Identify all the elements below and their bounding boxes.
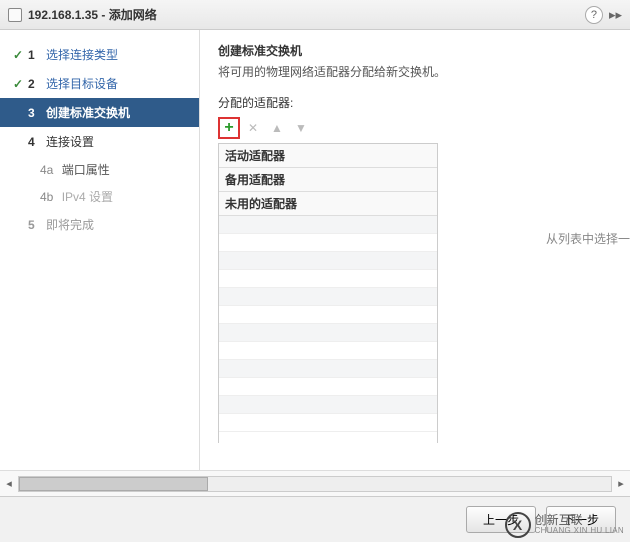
host-icon [8, 8, 22, 22]
remove-adapter-button[interactable]: ✕ [242, 117, 264, 139]
scroll-thumb[interactable] [19, 477, 208, 491]
list-item[interactable] [219, 252, 437, 270]
content-subtext: 将可用的物理网络适配器分配给新交换机。 [218, 63, 612, 80]
wizard-steps: ✓ 1 选择连接类型 ✓ 2 选择目标设备 3 创建标准交换机 4 连接设置 4… [0, 30, 200, 470]
content-heading: 创建标准交换机 [218, 42, 612, 59]
list-item[interactable] [219, 324, 437, 342]
group-standby-adapters[interactable]: 备用适配器 [219, 168, 437, 192]
help-icon[interactable]: ? [585, 6, 603, 24]
step-label: 选择目标设备 [46, 75, 118, 92]
dialog-titlebar: 192.168.1.35 - 添加网络 ? ▸▸ [0, 0, 630, 30]
step-number: 4 [28, 135, 46, 149]
list-item[interactable] [219, 360, 437, 378]
wizard-button-bar: 上一步 下一步 X 创新互联 CHUANG XIN HU LIAN [0, 496, 630, 542]
substep-number: 4a [40, 163, 53, 177]
watermark: X 创新互联 CHUANG XIN HU LIAN [505, 512, 624, 538]
list-item[interactable] [219, 216, 437, 234]
step-connection-settings[interactable]: 4 连接设置 [0, 127, 199, 156]
watermark-logo-icon: X [505, 512, 531, 538]
list-item[interactable] [219, 414, 437, 432]
step-ready-to-complete[interactable]: 5 即将完成 [0, 210, 199, 239]
substep-number: 4b [40, 190, 53, 204]
list-item[interactable] [219, 234, 437, 252]
wizard-content: 创建标准交换机 将可用的物理网络适配器分配给新交换机。 分配的适配器: + ✕ … [200, 30, 630, 470]
horizontal-scrollbar[interactable]: ◂ ▸ [0, 470, 630, 496]
scroll-track[interactable] [18, 476, 612, 492]
step-label: 连接设置 [46, 133, 94, 150]
substep-port-properties[interactable]: 4a 端口属性 [0, 156, 199, 183]
group-active-adapters[interactable]: 活动适配器 [219, 144, 437, 168]
substep-label: IPv4 设置 [62, 190, 113, 204]
adapter-list[interactable]: 活动适配器 备用适配器 未用的适配器 [218, 143, 438, 443]
title-sep: - [98, 8, 109, 22]
step-create-standard-switch[interactable]: 3 创建标准交换机 [0, 98, 199, 127]
list-item[interactable] [219, 306, 437, 324]
add-adapter-button[interactable]: + [218, 117, 240, 139]
main-area: ✓ 1 选择连接类型 ✓ 2 选择目标设备 3 创建标准交换机 4 连接设置 4… [0, 30, 630, 470]
substep-label: 端口属性 [62, 163, 110, 177]
dialog-title: 192.168.1.35 - 添加网络 [28, 6, 585, 23]
list-item[interactable] [219, 270, 437, 288]
arrow-down-icon: ▼ [295, 121, 307, 135]
list-item[interactable] [219, 378, 437, 396]
adapters-label: 分配的适配器: [218, 94, 612, 111]
move-down-button[interactable]: ▼ [290, 117, 312, 139]
watermark-text: 创新互联 CHUANG XIN HU LIAN [535, 514, 624, 536]
host-ip: 192.168.1.35 [28, 8, 98, 22]
arrow-up-icon: ▲ [271, 121, 283, 135]
check-icon: ✓ [8, 48, 28, 62]
list-item[interactable] [219, 342, 437, 360]
step-label: 选择连接类型 [46, 46, 118, 63]
substep-ipv4-settings[interactable]: 4b IPv4 设置 [0, 183, 199, 210]
fast-forward-icon[interactable]: ▸▸ [609, 7, 622, 23]
list-item[interactable] [219, 396, 437, 414]
x-icon: ✕ [248, 121, 258, 135]
move-up-button[interactable]: ▲ [266, 117, 288, 139]
check-icon: ✓ [8, 77, 28, 91]
adapter-toolbar: + ✕ ▲ ▼ [218, 117, 612, 139]
step-number: 1 [28, 48, 46, 62]
title-label: 添加网络 [109, 8, 157, 22]
step-select-target-device[interactable]: ✓ 2 选择目标设备 [0, 69, 199, 98]
plus-icon: + [224, 121, 233, 135]
side-hint: 从列表中选择一 [546, 230, 630, 247]
step-label: 创建标准交换机 [46, 104, 130, 121]
step-number: 3 [28, 106, 46, 120]
scroll-left-arrow-icon[interactable]: ◂ [0, 475, 18, 493]
scroll-right-arrow-icon[interactable]: ▸ [612, 475, 630, 493]
group-unused-adapters[interactable]: 未用的适配器 [219, 192, 437, 216]
list-item[interactable] [219, 288, 437, 306]
step-label: 即将完成 [46, 216, 94, 233]
step-number: 5 [28, 218, 46, 232]
step-number: 2 [28, 77, 46, 91]
step-select-connection-type[interactable]: ✓ 1 选择连接类型 [0, 40, 199, 69]
watermark-sub: CHUANG XIN HU LIAN [535, 527, 624, 536]
